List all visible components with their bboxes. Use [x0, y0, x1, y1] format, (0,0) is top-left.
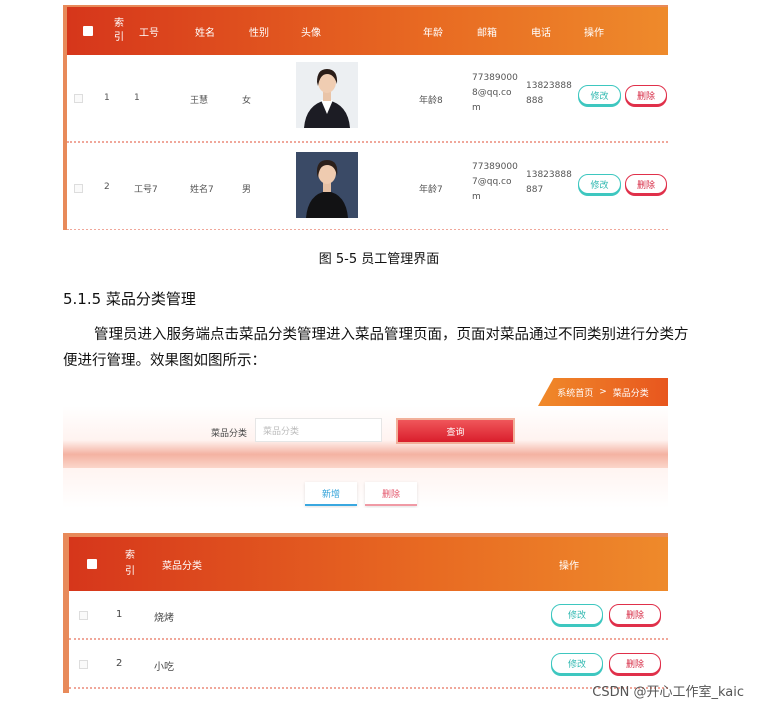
select-all-checkbox[interactable] [87, 559, 97, 569]
cell-name: 王慧 [190, 96, 209, 106]
table-row: 1 1 王慧 女 年龄8 77389000 8@qq.co m 13823888… [67, 55, 668, 143]
header-index: 索引 [114, 18, 124, 43]
cell-index: 1 [104, 93, 110, 103]
cell-job-no: 1 [134, 93, 140, 103]
delete-button[interactable]: 删除 [609, 604, 661, 625]
cell-index: 2 [104, 182, 110, 192]
header-name: 姓名 [195, 27, 215, 39]
header-category: 菜品分类 [162, 560, 202, 572]
add-button[interactable]: 新增 [305, 482, 357, 506]
table-row: 1 烧烤 修改 删除 [69, 591, 668, 640]
category-search-input[interactable]: 菜品分类 [255, 418, 382, 442]
figure-caption: 图 5-5 员工管理界面 [318, 252, 440, 267]
avatar [296, 62, 358, 128]
row-checkbox[interactable] [74, 94, 83, 103]
category-table-header: 索引 菜品分类 操作 [69, 537, 668, 591]
table-row: 2 小吃 修改 删除 [69, 640, 668, 689]
delete-button[interactable]: 删除 [625, 85, 667, 105]
employee-table-figure: 索引 工号 姓名 性别 头像 年龄 邮箱 电话 操作 1 1 王慧 女 年龄8 … [63, 5, 668, 230]
edit-button[interactable]: 修改 [578, 174, 621, 194]
breadcrumb-home[interactable]: 系统首页 [557, 386, 593, 399]
body-paragraph: 管理员进入服务端点击菜品分类管理进入菜品管理页面，页面对菜品通过不同类别进行分类… [63, 327, 689, 369]
batch-delete-button[interactable]: 删除 [365, 482, 417, 506]
cell-phone: 13823888 887 [526, 170, 572, 195]
header-index: 索引 [125, 550, 135, 577]
cell-age: 年龄7 [419, 185, 443, 195]
avatar [296, 152, 358, 218]
breadcrumb-separator: > [599, 387, 607, 397]
header-phone: 电话 [531, 27, 551, 39]
delete-button[interactable]: 删除 [625, 174, 667, 194]
category-table-figure: 索引 菜品分类 操作 1 烧烤 修改 删除 2 小吃 修改 删除 [63, 533, 668, 693]
row-checkbox[interactable] [74, 184, 83, 193]
breadcrumb-current: 菜品分类 [612, 388, 649, 399]
cell-age: 年龄8 [419, 96, 443, 106]
header-avatar: 头像 [301, 27, 321, 39]
avatar-woman-black-top [296, 152, 358, 218]
query-button[interactable]: 查询 [396, 418, 515, 444]
cell-email: 77389000 7@qq.co m [472, 162, 518, 202]
cell-job-no: 工号7 [134, 185, 158, 195]
cell-category: 小吃 [154, 662, 174, 673]
row-checkbox[interactable] [79, 611, 88, 620]
section-heading: 5.1.5 菜品分类管理 [63, 290, 196, 308]
header-age: 年龄 [423, 27, 443, 39]
edit-button[interactable]: 修改 [551, 604, 603, 625]
header-gender: 性别 [249, 27, 269, 39]
cell-phone: 13823888 888 [526, 81, 572, 106]
watermark: CSDN @开心工作室_kaic [592, 685, 744, 700]
header-job-no: 工号 [139, 27, 159, 39]
delete-button[interactable]: 删除 [609, 653, 661, 674]
edit-button[interactable]: 修改 [578, 85, 621, 105]
row-checkbox[interactable] [79, 660, 88, 669]
breadcrumb: 系统首页 > 菜品分类 [538, 378, 668, 406]
cell-email: 77389000 8@qq.co m [472, 73, 518, 113]
cell-name: 姓名7 [190, 185, 214, 195]
edit-button[interactable]: 修改 [551, 653, 603, 674]
cell-category: 烧烤 [154, 613, 174, 624]
employee-table-header: 索引 工号 姓名 性别 头像 年龄 邮箱 电话 操作 [67, 7, 668, 55]
header-actions: 操作 [584, 27, 604, 39]
search-label: 菜品分类 [211, 429, 248, 439]
cell-index: 1 [116, 609, 123, 620]
cell-index: 2 [116, 658, 123, 669]
header-actions: 操作 [559, 560, 579, 572]
table-row: 2 工号7 姓名7 男 年龄7 77389000 7@qq.co m 13823… [67, 143, 668, 230]
cell-gender: 男 [242, 185, 252, 195]
avatar-woman-suit [296, 62, 358, 128]
category-search-figure: 系统首页 > 菜品分类 菜品分类 菜品分类 查询 新增 删除 [63, 378, 668, 508]
select-all-checkbox[interactable] [83, 26, 93, 36]
cell-gender: 女 [242, 96, 252, 106]
header-email: 邮箱 [477, 27, 497, 39]
